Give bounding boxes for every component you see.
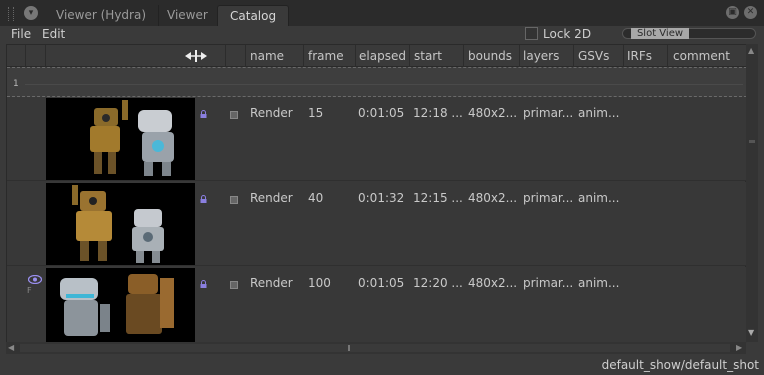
- horizontal-scroll-track[interactable]: [20, 344, 730, 352]
- resize-cursor-icon[interactable]: [185, 50, 207, 62]
- scroll-right-icon[interactable]: ▶: [736, 342, 742, 354]
- column-header-gsvs[interactable]: GSVs: [578, 45, 609, 67]
- table-row[interactable]: F Render 100 0:01:05 12:20 ... 480x2... …: [7, 267, 747, 343]
- cell-frame: 40: [308, 191, 324, 205]
- close-icon[interactable]: ✕: [744, 6, 757, 19]
- column-header-start[interactable]: start: [414, 45, 442, 67]
- group-label: 1: [13, 79, 19, 89]
- status-path: default_show/default_shot: [601, 358, 759, 372]
- menu-bar: File Edit Lock 2D Slot View: [0, 26, 764, 44]
- lock-2d-label: Lock 2D: [543, 27, 592, 41]
- group-row[interactable]: 1: [7, 67, 747, 97]
- lock-icon[interactable]: [200, 110, 207, 118]
- frame-flag-label: F: [27, 286, 32, 295]
- table-row[interactable]: Render 40 0:01:32 12:15 ... 480x2... pri…: [7, 182, 747, 266]
- cell-elapsed: 0:01:05: [358, 106, 405, 120]
- column-header-layers[interactable]: layers: [523, 45, 559, 67]
- column-header-bounds[interactable]: bounds: [468, 45, 512, 67]
- catalog-table: name frame elapsed start bounds layers G…: [6, 44, 747, 343]
- cell-gsvs: anim...: [578, 191, 620, 205]
- scroll-up-icon[interactable]: ▲: [748, 46, 754, 55]
- horizontal-scroll-grip[interactable]: [348, 345, 350, 351]
- disk-icon[interactable]: [230, 281, 238, 289]
- float-icon[interactable]: ▣: [726, 6, 739, 19]
- disk-icon[interactable]: [230, 196, 238, 204]
- cell-bounds: 480x2...: [468, 276, 518, 290]
- cell-layers: primar...: [523, 276, 574, 290]
- eye-icon[interactable]: [28, 275, 42, 284]
- render-thumbnail[interactable]: [46, 268, 195, 343]
- render-thumbnail[interactable]: [46, 98, 195, 180]
- cell-name: Render: [250, 106, 293, 120]
- column-header-elapsed[interactable]: elapsed: [359, 45, 406, 67]
- vertical-scrollbar[interactable]: ▲ ▼: [746, 44, 758, 342]
- disk-icon[interactable]: [230, 111, 238, 119]
- cell-start: 12:18 ...: [413, 106, 463, 120]
- cell-layers: primar...: [523, 106, 574, 120]
- vertical-scroll-thumb[interactable]: [749, 140, 755, 143]
- column-header-frame[interactable]: frame: [308, 45, 344, 67]
- tab-bar: ▾ Viewer (Hydra) Viewer Catalog ▣ ✕: [0, 0, 764, 26]
- horizontal-scrollbar[interactable]: ◀ ▶: [6, 342, 746, 354]
- render-thumbnail[interactable]: [46, 183, 195, 265]
- scroll-down-icon[interactable]: ▼: [748, 328, 754, 337]
- lock-icon[interactable]: [200, 280, 207, 288]
- tab-catalog[interactable]: Catalog: [217, 5, 290, 26]
- cell-name: Render: [250, 276, 293, 290]
- cell-bounds: 480x2...: [468, 191, 518, 205]
- cell-start: 12:20 ...: [413, 276, 463, 290]
- cell-name: Render: [250, 191, 293, 205]
- cell-elapsed: 0:01:32: [358, 191, 405, 205]
- tab-viewer[interactable]: Viewer: [155, 5, 221, 26]
- column-header-irfs[interactable]: IRFs: [627, 45, 652, 67]
- lock-2d-checkbox[interactable]: [525, 27, 538, 40]
- menu-edit[interactable]: Edit: [42, 26, 65, 44]
- column-header-comment[interactable]: comment: [673, 45, 730, 67]
- table-row[interactable]: Render 15 0:01:05 12:18 ... 480x2... pri…: [7, 97, 747, 181]
- cell-layers: primar...: [523, 191, 574, 205]
- cell-bounds: 480x2...: [468, 106, 518, 120]
- pane-grip-icon[interactable]: [8, 7, 14, 21]
- slot-view-toggle[interactable]: Slot View: [622, 28, 756, 39]
- table-header: name frame elapsed start bounds layers G…: [7, 45, 747, 67]
- tab-viewer-hydra[interactable]: Viewer (Hydra): [44, 5, 159, 26]
- group-divider: [25, 84, 743, 85]
- cell-frame: 15: [308, 106, 324, 120]
- pane-menu-icon[interactable]: ▾: [24, 6, 38, 20]
- scroll-left-icon[interactable]: ◀: [8, 342, 14, 354]
- cell-start: 12:15 ...: [413, 191, 463, 205]
- slot-view-label: Slot View: [631, 28, 689, 39]
- status-bar: default_show/default_shot: [0, 355, 764, 375]
- cell-gsvs: anim...: [578, 276, 620, 290]
- column-header-name[interactable]: name: [250, 45, 284, 67]
- lock-icon[interactable]: [200, 195, 207, 203]
- menu-file[interactable]: File: [11, 26, 31, 44]
- cell-frame: 100: [308, 276, 331, 290]
- cell-gsvs: anim...: [578, 106, 620, 120]
- cell-elapsed: 0:01:05: [358, 276, 405, 290]
